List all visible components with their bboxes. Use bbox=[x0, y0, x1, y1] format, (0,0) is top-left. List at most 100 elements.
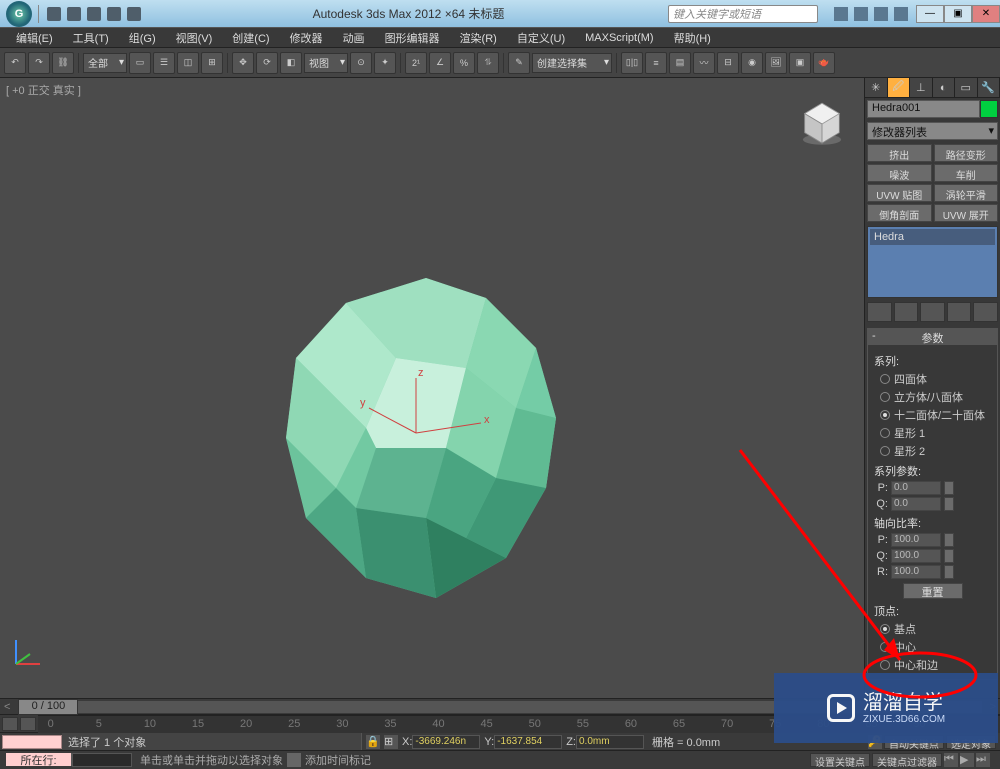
refcoord-dropdown[interactable]: 视图 bbox=[304, 53, 348, 73]
motion-tab-icon[interactable]: ◐ bbox=[933, 78, 956, 97]
spinner-arrows[interactable] bbox=[944, 497, 954, 511]
unique-icon[interactable] bbox=[920, 302, 945, 322]
menu-grapheditor[interactable]: 图形编辑器 bbox=[375, 28, 450, 48]
radio-tetra[interactable]: 四面体 bbox=[880, 371, 991, 387]
qat-icon[interactable] bbox=[47, 7, 61, 21]
undo-icon[interactable]: ↶ bbox=[4, 52, 26, 74]
manipulate-icon[interactable]: ✦ bbox=[374, 52, 396, 74]
mod-uvwunwrap[interactable]: UVW 展开 bbox=[934, 204, 999, 222]
playback-prev-icon[interactable]: ⏮ bbox=[944, 753, 958, 767]
viewcube[interactable] bbox=[796, 98, 848, 150]
radio-basepoint[interactable]: 基点 bbox=[880, 621, 991, 637]
spinner-arrows[interactable] bbox=[944, 481, 954, 495]
radio-cubeocta[interactable]: 立方体/八面体 bbox=[880, 389, 991, 405]
material-editor-icon[interactable]: ◉ bbox=[741, 52, 763, 74]
menu-tools[interactable]: 工具(T) bbox=[63, 28, 119, 48]
named-selection-dropdown[interactable]: 创建选择集 bbox=[532, 53, 612, 73]
z-coord-input[interactable]: 0.0mm bbox=[576, 735, 644, 749]
axp-spinner[interactable]: 100.0 bbox=[891, 533, 941, 547]
time-tag-icon[interactable] bbox=[287, 753, 301, 767]
set-key-button[interactable]: 设置关键点 bbox=[810, 753, 870, 767]
scale-icon[interactable]: ◧ bbox=[280, 52, 302, 74]
qat-icon[interactable] bbox=[87, 7, 101, 21]
menu-views[interactable]: 视图(V) bbox=[166, 28, 223, 48]
mod-noise[interactable]: 噪波 bbox=[867, 164, 932, 182]
playback-next-icon[interactable]: ⏭ bbox=[976, 753, 990, 767]
render-frame-icon[interactable]: ▣ bbox=[789, 52, 811, 74]
menu-animation[interactable]: 动画 bbox=[333, 28, 375, 48]
menu-edit[interactable]: 编辑(E) bbox=[6, 28, 63, 48]
restore-button[interactable]: ▣ bbox=[944, 5, 972, 23]
mod-pathdeform[interactable]: 路径变形 bbox=[934, 144, 999, 162]
render-icon[interactable]: 🫖 bbox=[813, 52, 835, 74]
object-name-input[interactable]: Hedra001 bbox=[867, 100, 980, 118]
mini-track[interactable] bbox=[2, 735, 62, 749]
hierarchy-tab-icon[interactable]: ⊥ bbox=[910, 78, 933, 97]
radio-centersides[interactable]: 中心和边 bbox=[880, 657, 991, 673]
rollout-header-params[interactable]: 参数 bbox=[868, 329, 997, 345]
create-tab-icon[interactable]: ✳ bbox=[865, 78, 888, 97]
axr-spinner[interactable]: 100.0 bbox=[891, 565, 941, 579]
show-end-icon[interactable] bbox=[894, 302, 919, 322]
playback-play-icon[interactable]: ▶ bbox=[960, 753, 974, 767]
utilities-tab-icon[interactable]: 🔧 bbox=[978, 78, 1000, 97]
minimize-button[interactable]: — bbox=[916, 5, 944, 23]
select-icon[interactable]: ▭ bbox=[129, 52, 151, 74]
remove-mod-icon[interactable] bbox=[947, 302, 972, 322]
snap-toggle-icon[interactable]: 2¹ bbox=[405, 52, 427, 74]
reset-button[interactable]: 重置 bbox=[903, 583, 963, 599]
angle-snap-icon[interactable]: ∠ bbox=[429, 52, 451, 74]
schematic-icon[interactable]: ⊟ bbox=[717, 52, 739, 74]
pivot-icon[interactable]: ⊙ bbox=[350, 52, 372, 74]
menu-create[interactable]: 创建(C) bbox=[222, 28, 279, 48]
hedra-object[interactable]: z x y bbox=[256, 258, 596, 628]
p-spinner[interactable]: 0.0 bbox=[891, 481, 941, 495]
track-icon[interactable] bbox=[2, 717, 18, 731]
layers-icon[interactable]: ▤ bbox=[669, 52, 691, 74]
spinner-snap-icon[interactable]: ⥮ bbox=[477, 52, 499, 74]
help-search-input[interactable]: 键入关键字或短语 bbox=[668, 5, 818, 23]
mirror-icon[interactable]: ▯|▯ bbox=[621, 52, 643, 74]
radio-star1[interactable]: 星形 1 bbox=[880, 425, 991, 441]
mod-uvwmap[interactable]: UVW 贴图 bbox=[867, 184, 932, 202]
q-spinner[interactable]: 0.0 bbox=[891, 497, 941, 511]
help-icon[interactable] bbox=[894, 7, 908, 21]
stack-item-hedra[interactable]: Hedra bbox=[870, 229, 995, 245]
redo-icon[interactable]: ↷ bbox=[28, 52, 50, 74]
selection-filter-dropdown[interactable]: 全部 bbox=[83, 53, 127, 73]
spinner-arrows[interactable] bbox=[944, 533, 954, 547]
modifier-stack[interactable]: Hedra bbox=[867, 226, 998, 298]
radio-dodecicosa[interactable]: 十二面体/二十面体 bbox=[880, 407, 991, 423]
now-row-label[interactable]: 所在行: bbox=[6, 753, 72, 766]
menu-group[interactable]: 组(G) bbox=[119, 28, 166, 48]
move-icon[interactable]: ✥ bbox=[232, 52, 254, 74]
pin-stack-icon[interactable] bbox=[867, 302, 892, 322]
infocenter-icon[interactable] bbox=[834, 7, 848, 21]
add-time-tag[interactable]: 添加时间标记 bbox=[305, 752, 371, 768]
menu-customize[interactable]: 自定义(U) bbox=[507, 28, 575, 48]
lock-icon[interactable]: 🔒 bbox=[366, 735, 380, 749]
mod-lathe[interactable]: 车削 bbox=[934, 164, 999, 182]
menu-help[interactable]: 帮助(H) bbox=[664, 28, 721, 48]
object-color-swatch[interactable] bbox=[980, 100, 998, 118]
axq-spinner[interactable]: 100.0 bbox=[891, 549, 941, 563]
app-icon[interactable]: G bbox=[6, 1, 32, 27]
mod-bevelprofile[interactable]: 倒角剖面 bbox=[867, 204, 932, 222]
modify-tab-icon[interactable]: 🖉 bbox=[888, 78, 911, 97]
y-coord-input[interactable]: -1637.854 bbox=[494, 735, 562, 749]
menu-render[interactable]: 渲染(R) bbox=[450, 28, 507, 48]
link-icon[interactable]: ⛓ bbox=[52, 52, 74, 74]
key-filters-button[interactable]: 关键点过滤器 bbox=[872, 753, 942, 767]
close-button[interactable]: ✕ bbox=[972, 5, 1000, 23]
viewport[interactable]: [ +0 正交 真实 ] bbox=[0, 78, 864, 698]
favorites-icon[interactable] bbox=[874, 7, 888, 21]
script-listener-input[interactable] bbox=[72, 753, 132, 767]
render-setup-icon[interactable]: 🖼 bbox=[765, 52, 787, 74]
qat-icon[interactable] bbox=[67, 7, 81, 21]
qat-icon[interactable] bbox=[107, 7, 121, 21]
named-sel-icon[interactable]: ✎ bbox=[508, 52, 530, 74]
viewport-label[interactable]: [ +0 正交 真实 ] bbox=[6, 82, 81, 98]
x-coord-input[interactable]: -3669.246n bbox=[412, 735, 480, 749]
display-tab-icon[interactable]: ▭ bbox=[955, 78, 978, 97]
mod-extrude[interactable]: 挤出 bbox=[867, 144, 932, 162]
